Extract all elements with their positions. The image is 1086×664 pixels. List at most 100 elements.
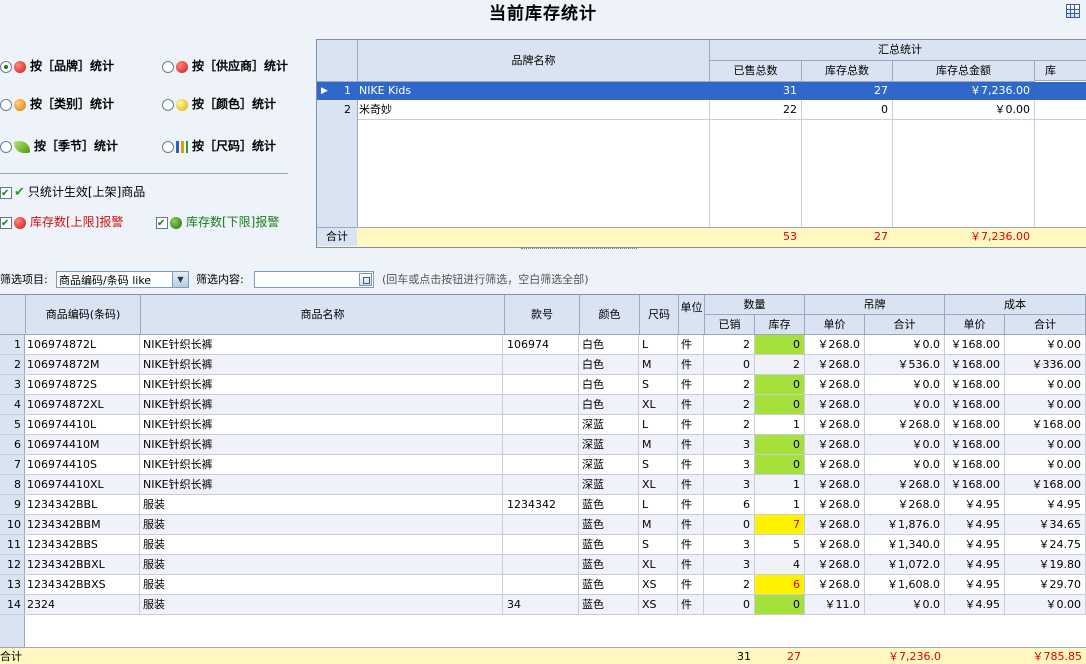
code-cell[interactable]: 106974410S bbox=[27, 455, 140, 474]
code-cell[interactable]: 106974872XL bbox=[27, 395, 140, 414]
code-cell[interactable]: 2324 bbox=[27, 595, 140, 614]
tag-price-cell[interactable]: ￥268.0 bbox=[805, 375, 865, 394]
color-cell[interactable]: 白色 bbox=[582, 355, 639, 374]
cost-price-cell[interactable]: ￥168.00 bbox=[945, 355, 1005, 374]
col-tag-price[interactable]: 单价 bbox=[805, 315, 865, 335]
sold-cell[interactable]: 22 bbox=[710, 101, 801, 119]
upper-alarm-checkbox[interactable]: 库存数[上限]报警 bbox=[0, 213, 123, 233]
checkbox-icon[interactable] bbox=[0, 215, 12, 233]
unit-cell[interactable]: 件 bbox=[681, 575, 704, 594]
tag-price-cell[interactable]: ￥268.0 bbox=[805, 395, 865, 414]
sold-cell[interactable]: 0 bbox=[705, 595, 755, 614]
size-cell[interactable]: M bbox=[642, 515, 678, 534]
stock-cell[interactable]: 7 bbox=[755, 515, 805, 534]
code-cell[interactable]: 106974872S bbox=[27, 375, 140, 394]
size-cell[interactable]: XL bbox=[642, 555, 678, 574]
name-cell[interactable]: NIKE针织长裤 bbox=[143, 355, 503, 374]
table-row[interactable]: 2 106974872M NIKE针织长裤 白色 M 件 0 2 ￥268.0 ￥536.0 ￥16… bbox=[0, 355, 1086, 375]
name-cell[interactable]: NIKE针织长裤 bbox=[143, 475, 503, 494]
col-more[interactable]: 库 bbox=[1035, 61, 1086, 81]
col-stock[interactable]: 库存 bbox=[755, 315, 805, 335]
grid-icon[interactable] bbox=[1066, 4, 1080, 18]
code-cell[interactable]: 106974410L bbox=[27, 415, 140, 434]
cost-price-cell[interactable]: ￥4.95 bbox=[945, 555, 1005, 574]
tag-total-cell[interactable]: ￥0.0 bbox=[865, 395, 945, 414]
tag-price-cell[interactable]: ￥268.0 bbox=[805, 475, 865, 494]
code-cell[interactable]: 106974872L bbox=[27, 335, 140, 354]
sold-cell[interactable]: 2 bbox=[705, 575, 755, 594]
brand-cell[interactable]: 米奇妙 bbox=[359, 101, 699, 119]
name-cell[interactable]: 服装 bbox=[143, 495, 503, 514]
table-row[interactable]: 14 2324 服装 34 蓝色 XS 件 0 0 ￥11.0 ￥0.0 ￥4.95 ￥0.00 bbox=[0, 595, 1086, 615]
col-sold[interactable]: 已销 bbox=[705, 315, 755, 335]
filter-button-icon[interactable] bbox=[359, 273, 372, 286]
style-cell[interactable]: 34 bbox=[507, 595, 579, 614]
stock-cell[interactable]: 0 bbox=[755, 375, 805, 394]
option-by-color[interactable]: 按［颜色］统计 bbox=[162, 95, 276, 113]
cost-price-cell[interactable]: ￥4.95 bbox=[945, 495, 1005, 514]
unit-cell[interactable]: 件 bbox=[681, 415, 704, 434]
size-cell[interactable]: S bbox=[642, 375, 678, 394]
cost-price-cell[interactable]: ￥4.95 bbox=[945, 575, 1005, 594]
sold-cell[interactable]: 3 bbox=[705, 535, 755, 554]
style-cell[interactable] bbox=[507, 355, 579, 374]
cost-total-cell[interactable]: ￥19.80 bbox=[1005, 555, 1086, 574]
color-cell[interactable]: 深蓝 bbox=[582, 415, 639, 434]
tag-price-cell[interactable]: ￥268.0 bbox=[805, 455, 865, 474]
cost-price-cell[interactable]: ￥168.00 bbox=[945, 435, 1005, 454]
detail-grid[interactable]: 商品编码(条码) 商品名称 款号 颜色 尺码 单位 数量 已销 库存 吊牌 单价… bbox=[0, 294, 1086, 664]
code-cell[interactable]: 1234342BBS bbox=[27, 535, 140, 554]
brand-cell[interactable]: NIKE Kids bbox=[359, 82, 699, 100]
option-by-supplier[interactable]: 按［供应商］统计 bbox=[162, 57, 288, 75]
size-cell[interactable]: L bbox=[642, 415, 678, 434]
cost-total-cell[interactable]: ￥34.65 bbox=[1005, 515, 1086, 534]
option-by-season[interactable]: 按［季节］统计 bbox=[0, 137, 118, 155]
amount-cell[interactable]: ￥0.00 bbox=[893, 101, 1034, 119]
style-cell[interactable] bbox=[507, 375, 579, 394]
name-cell[interactable]: NIKE针织长裤 bbox=[143, 455, 503, 474]
option-by-size[interactable]: 按［尺码］统计 bbox=[162, 137, 276, 155]
stock-cell[interactable]: 1 bbox=[755, 475, 805, 494]
code-cell[interactable]: 1234342BBL bbox=[27, 495, 140, 514]
table-row[interactable]: 8 106974410XL NIKE针织长裤 深蓝 XL 件 3 1 ￥268.0 ￥268.0 ￥… bbox=[0, 475, 1086, 495]
table-row[interactable]: 6 106974410M NIKE针织长裤 深蓝 M 件 3 0 ￥268.0 ￥0.0 ￥168.… bbox=[0, 435, 1086, 455]
sold-cell[interactable]: 2 bbox=[705, 415, 755, 434]
cost-price-cell[interactable]: ￥168.00 bbox=[945, 335, 1005, 354]
size-cell[interactable]: XL bbox=[642, 395, 678, 414]
style-cell[interactable] bbox=[507, 435, 579, 454]
size-cell[interactable]: M bbox=[642, 355, 678, 374]
stock-cell[interactable]: 4 bbox=[755, 555, 805, 574]
tag-price-cell[interactable]: ￥268.0 bbox=[805, 555, 865, 574]
sold-cell[interactable]: 2 bbox=[705, 335, 755, 354]
option-by-category[interactable]: 按［类别］统计 bbox=[0, 95, 114, 113]
color-cell[interactable]: 白色 bbox=[582, 335, 639, 354]
unit-cell[interactable]: 件 bbox=[681, 435, 704, 454]
radio-icon[interactable] bbox=[0, 60, 12, 73]
summary-grid[interactable]: 品牌名称 汇总统计 已售总数 库存总数 库存总金额 库 ▶ 1 NIKE Kid… bbox=[316, 39, 1086, 248]
unit-cell[interactable]: 件 bbox=[681, 375, 704, 394]
code-cell[interactable]: 1234342BBXL bbox=[27, 555, 140, 574]
size-cell[interactable]: L bbox=[642, 495, 678, 514]
col-stock-total[interactable]: 库存总数 bbox=[802, 61, 893, 82]
col-tag-total[interactable]: 合计 bbox=[865, 315, 945, 335]
code-cell[interactable]: 106974410M bbox=[27, 435, 140, 454]
col-code[interactable]: 商品编码(条码) bbox=[26, 295, 141, 335]
unit-cell[interactable]: 件 bbox=[681, 455, 704, 474]
tag-price-cell[interactable]: ￥268.0 bbox=[805, 355, 865, 374]
chevron-down-icon[interactable]: ▼ bbox=[172, 272, 188, 287]
color-cell[interactable]: 深蓝 bbox=[582, 435, 639, 454]
name-cell[interactable]: 服装 bbox=[143, 555, 503, 574]
filter-content-input[interactable] bbox=[254, 271, 374, 288]
stock-cell[interactable]: 5 bbox=[755, 535, 805, 554]
sold-cell[interactable]: 2 bbox=[705, 375, 755, 394]
col-stock-amount[interactable]: 库存总金额 bbox=[893, 61, 1035, 82]
col-brand-name[interactable]: 品牌名称 bbox=[358, 40, 710, 82]
style-cell[interactable] bbox=[507, 575, 579, 594]
color-cell[interactable]: 蓝色 bbox=[582, 515, 639, 534]
table-row[interactable]: 4 106974872XL NIKE针织长裤 白色 XL 件 2 0 ￥268.0 ￥0.0 ￥16… bbox=[0, 395, 1086, 415]
style-cell[interactable] bbox=[507, 515, 579, 534]
unit-cell[interactable]: 件 bbox=[681, 515, 704, 534]
table-row[interactable]: 10 1234342BBM 服装 蓝色 M 件 0 7 ￥268.0 ￥1,876.0 ￥4.95 ￥… bbox=[0, 515, 1086, 535]
cost-total-cell[interactable]: ￥168.00 bbox=[1005, 415, 1086, 434]
tag-total-cell[interactable]: ￥1,072.0 bbox=[865, 555, 945, 574]
